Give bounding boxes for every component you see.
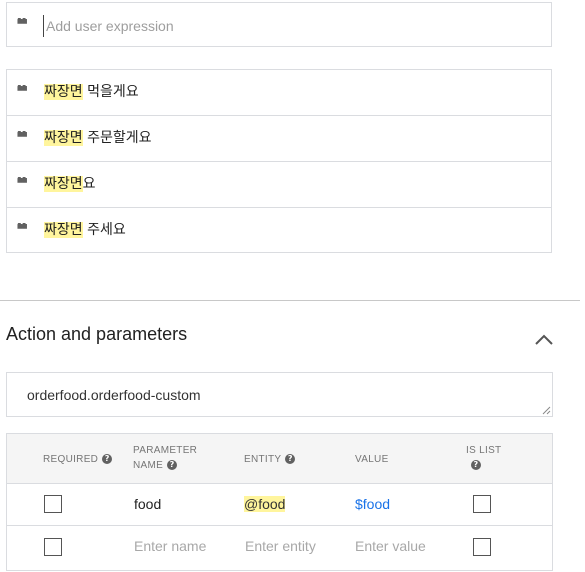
- is-list-checkbox[interactable]: [473, 495, 491, 513]
- header-parameter-name: PARAMETER NAME?: [133, 443, 197, 473]
- quote-icon: ❝: [16, 85, 30, 97]
- parameter-entity[interactable]: @food: [244, 496, 286, 512]
- header-is-list: IS LIST ?: [466, 443, 501, 473]
- header-value: VALUE: [355, 454, 389, 465]
- training-phrase-text[interactable]: 짜장면 주문할게요: [44, 129, 152, 147]
- training-phrase-text[interactable]: 짜장면 먹을게요: [44, 83, 139, 101]
- parameter-row: food @food $food: [7, 484, 552, 526]
- required-checkbox[interactable]: [44, 495, 62, 513]
- section-title: Action and parameters: [6, 324, 188, 344]
- annotated-entity-highlight[interactable]: 짜장면: [44, 176, 83, 192]
- phrase-rest: 먹을게요: [82, 84, 139, 100]
- header-entity: ENTITY?: [244, 452, 296, 467]
- is-list-checkbox[interactable]: [473, 538, 491, 556]
- parameter-value[interactable]: $food: [355, 496, 390, 512]
- help-icon[interactable]: ?: [471, 460, 481, 471]
- entity-highlight[interactable]: @food: [244, 496, 286, 512]
- action-name-value[interactable]: orderfood.orderfood-custom: [27, 387, 201, 403]
- phrase-rest: 요: [82, 176, 96, 192]
- training-phrase-row[interactable]: ❝ 짜장면요: [7, 162, 551, 208]
- phrase-rest: 주문할게요: [82, 130, 152, 146]
- resize-handle-icon[interactable]: [542, 406, 551, 415]
- annotated-entity-highlight[interactable]: 짜장면: [44, 222, 83, 238]
- header-entity-label: ENTITY: [244, 454, 282, 465]
- parameters-table: REQUIRED? PARAMETER NAME? ENTITY? VALUE …: [6, 433, 553, 571]
- add-user-expression-input[interactable]: [43, 15, 526, 37]
- training-phrase-row[interactable]: ❝ 짜장면 먹을게요: [7, 70, 551, 116]
- section-divider: [0, 300, 580, 301]
- phrase-rest: 주세요: [82, 222, 126, 238]
- quote-icon: ❝: [16, 131, 30, 143]
- annotated-entity-highlight[interactable]: 짜장면: [44, 130, 83, 146]
- help-icon[interactable]: ?: [285, 454, 296, 465]
- training-phrase-row[interactable]: ❝ 짜장면 주문할게요: [7, 116, 551, 162]
- chevron-up-icon[interactable]: [534, 333, 554, 347]
- add-user-expression-box[interactable]: ❝: [6, 2, 552, 47]
- quote-icon: ❝: [16, 223, 30, 235]
- training-phrase-text[interactable]: 짜장면요: [44, 175, 96, 193]
- training-phrase-list: ❝ 짜장면 먹을게요 ❝ 짜장면 주문할게요 ❝ 짜장면요 ❝ 짜장면 주세요: [6, 69, 552, 253]
- help-icon[interactable]: ?: [167, 460, 178, 471]
- quote-icon: ❝: [16, 177, 30, 189]
- header-required: REQUIRED?: [43, 452, 113, 467]
- new-parameter-row: [7, 526, 552, 568]
- training-phrase-row[interactable]: ❝ 짜장면 주세요: [7, 208, 551, 254]
- annotated-entity-highlight[interactable]: 짜장면: [44, 84, 83, 100]
- training-phrase-text[interactable]: 짜장면 주세요: [44, 221, 126, 239]
- parameter-value-input[interactable]: [355, 538, 455, 554]
- required-checkbox[interactable]: [44, 538, 62, 556]
- header-required-label: REQUIRED: [43, 454, 99, 465]
- quote-icon: ❝: [16, 18, 30, 30]
- parameters-table-header: REQUIRED? PARAMETER NAME? ENTITY? VALUE …: [7, 434, 552, 484]
- header-parameter-name-line2: NAME: [133, 460, 164, 471]
- header-parameter-name-line1: PARAMETER: [133, 445, 198, 456]
- help-icon[interactable]: ?: [102, 454, 113, 465]
- action-name-field[interactable]: orderfood.orderfood-custom: [6, 372, 553, 417]
- parameter-name-input[interactable]: [134, 538, 234, 554]
- parameter-entity-input[interactable]: [245, 538, 345, 554]
- header-is-list-label: IS LIST: [466, 445, 502, 456]
- parameter-name[interactable]: food: [134, 496, 161, 512]
